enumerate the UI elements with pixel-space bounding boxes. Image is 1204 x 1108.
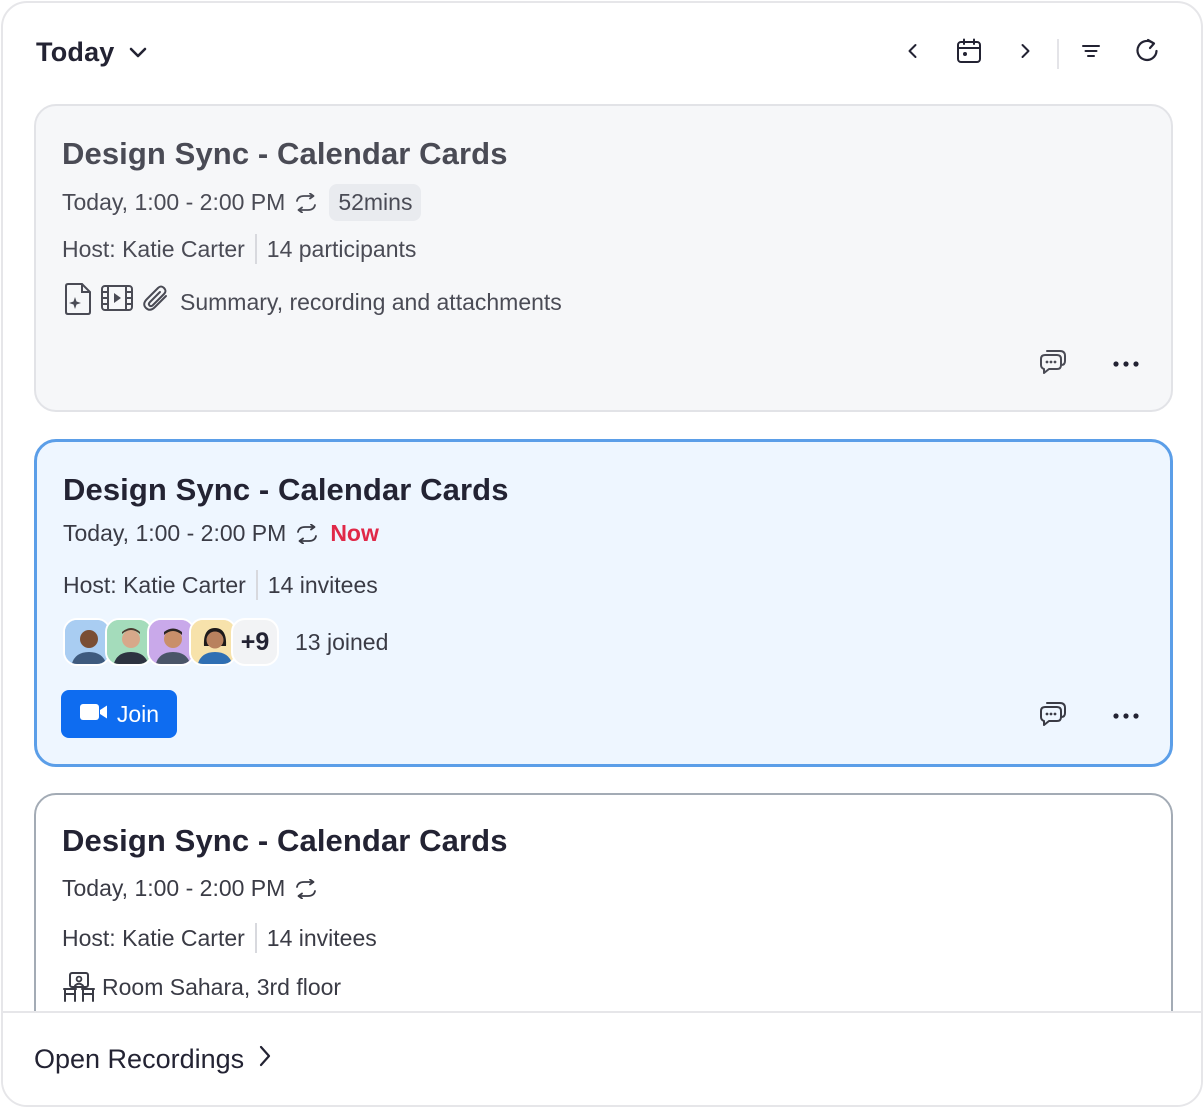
- panel-footer: Open Recordings: [3, 1011, 1201, 1105]
- avatar: [63, 618, 111, 666]
- meeting-time-row: Today, 1:00 - 2:00 PM 52mins: [62, 184, 422, 221]
- attachment-icon: [140, 282, 172, 322]
- date-dropdown[interactable]: Today: [36, 37, 149, 68]
- meeting-host-row: Host: Katie Carter 14 participants: [62, 234, 416, 264]
- divider: [254, 923, 257, 953]
- filter-icon: [1080, 40, 1102, 67]
- meeting-title: Design Sync - Calendar Cards: [62, 823, 508, 858]
- divider: [255, 570, 258, 600]
- participant-count: 14 participants: [266, 235, 417, 262]
- filter-button[interactable]: [1073, 35, 1109, 71]
- meeting-time: Today, 1:00 - 2:00 PM: [62, 189, 286, 215]
- status-now: Now: [330, 520, 379, 546]
- meeting-host: Host: Katie Carter: [63, 571, 246, 598]
- meeting-host: Host: Katie Carter: [62, 235, 245, 262]
- join-label: Join: [116, 700, 160, 727]
- next-day-button[interactable]: [1007, 35, 1043, 71]
- more-options-button[interactable]: [1106, 695, 1146, 735]
- recurring-icon: [294, 523, 320, 544]
- meeting-time: Today, 1:00 - 2:00 PM: [62, 875, 286, 901]
- recurring-icon: [293, 192, 319, 213]
- meeting-card-active[interactable]: Design Sync - Calendar Cards Today, 1:00…: [34, 439, 1173, 767]
- chat-button[interactable]: [1033, 695, 1073, 735]
- joined-count: 13 joined: [295, 628, 389, 655]
- recording-icon: [100, 282, 134, 322]
- more-horizontal-icon: [1113, 706, 1139, 724]
- attendees-row: +9 13 joined: [63, 618, 388, 666]
- chevron-right-icon: [1016, 42, 1034, 65]
- more-options-button[interactable]: [1106, 343, 1146, 383]
- meeting-host-row: Host: Katie Carter 14 invitees: [63, 570, 378, 600]
- meeting-title: Design Sync - Calendar Cards: [63, 472, 509, 507]
- meeting-time-row: Today, 1:00 - 2:00 PM: [62, 875, 325, 902]
- room-icon: [62, 971, 96, 1003]
- ai-summary-icon: [62, 282, 94, 322]
- meeting-title: Design Sync - Calendar Cards: [62, 136, 508, 171]
- video-camera-icon: [79, 701, 109, 728]
- invitee-count: 14 invitees: [266, 924, 377, 951]
- meeting-host-row: Host: Katie Carter 14 invitees: [62, 923, 377, 953]
- panel-header: Today: [3, 3, 1201, 103]
- chevron-down-icon: [127, 42, 149, 64]
- chat-button[interactable]: [1033, 343, 1073, 383]
- previous-day-button[interactable]: [895, 35, 931, 71]
- divider: [254, 234, 257, 264]
- meeting-time-row: Today, 1:00 - 2:00 PM Now: [63, 520, 379, 547]
- meeting-card-past[interactable]: Design Sync - Calendar Cards Today, 1:00…: [34, 104, 1173, 412]
- more-attendees-badge: +9: [231, 618, 279, 666]
- open-recordings-link[interactable]: Open Recordings: [34, 1043, 274, 1076]
- chevron-left-icon: [904, 42, 922, 65]
- invitee-count: 14 invitees: [267, 571, 378, 598]
- calendar-icon: [955, 37, 983, 70]
- recurring-icon: [293, 878, 319, 899]
- avatar-stack[interactable]: +9: [63, 618, 279, 666]
- meetings-panel: Today Design Sync - Calendar Cards Today…: [1, 1, 1203, 1107]
- refresh-icon: [1133, 37, 1161, 70]
- open-recordings-label: Open Recordings: [34, 1044, 245, 1074]
- calendar-button[interactable]: [951, 35, 987, 71]
- more-horizontal-icon: [1113, 354, 1139, 372]
- avatar: [105, 618, 153, 666]
- join-button[interactable]: Join: [61, 690, 177, 738]
- chat-icon: [1038, 347, 1068, 380]
- meeting-room: Room Sahara, 3rd floor: [102, 973, 342, 1000]
- meeting-time: Today, 1:00 - 2:00 PM: [63, 520, 287, 546]
- meeting-assets-row[interactable]: Summary, recording and attachments: [62, 282, 562, 322]
- meeting-room-row: Room Sahara, 3rd floor: [62, 971, 341, 1003]
- header-divider: [1057, 39, 1059, 69]
- chevron-right-icon: [256, 1043, 274, 1076]
- avatar: [147, 618, 195, 666]
- date-label: Today: [36, 37, 115, 67]
- chat-icon: [1038, 699, 1068, 732]
- assets-label: Summary, recording and attachments: [180, 288, 562, 315]
- duration-badge: 52mins: [329, 184, 422, 221]
- meeting-host: Host: Katie Carter: [62, 924, 245, 951]
- refresh-button[interactable]: [1129, 35, 1165, 71]
- avatar: [189, 618, 237, 666]
